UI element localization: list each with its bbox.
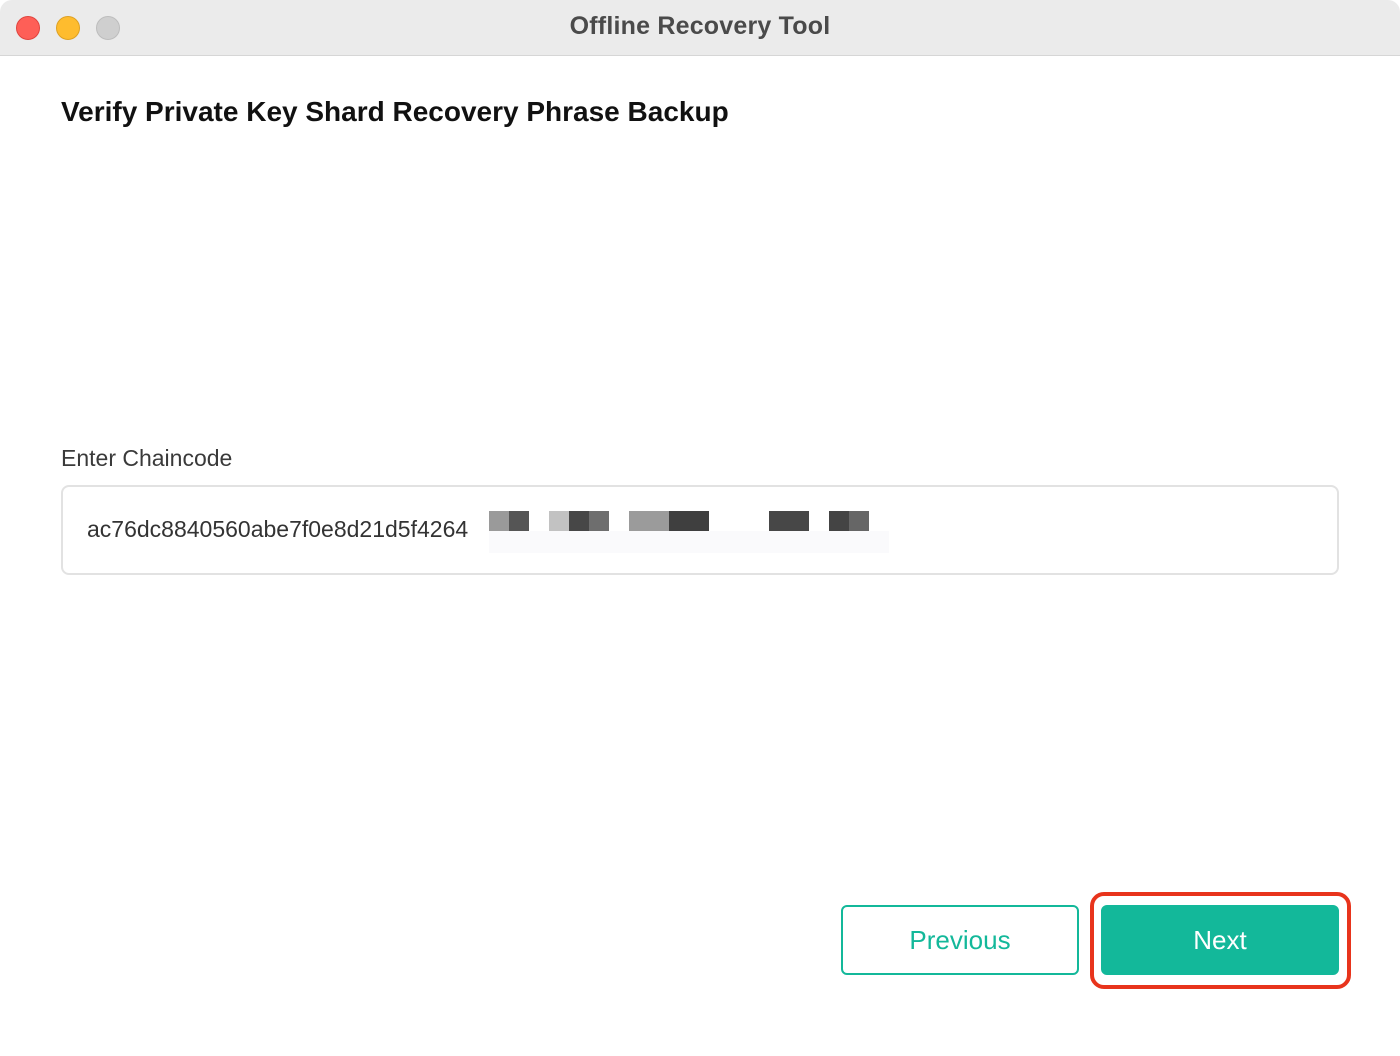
next-button[interactable]: Next (1101, 905, 1339, 975)
chaincode-input[interactable]: ac76dc8840560abe7f0e8d21d5f4264 (61, 485, 1339, 575)
title-bar: Offline Recovery Tool (0, 0, 1400, 56)
chaincode-value: ac76dc8840560abe7f0e8d21d5f4264 (87, 516, 469, 542)
redaction-mosaic (489, 511, 889, 553)
app-window: Offline Recovery Tool Verify Private Key… (0, 0, 1400, 1056)
page-title: Verify Private Key Shard Recovery Phrase… (61, 96, 729, 127)
window-title: Offline Recovery Tool (569, 12, 831, 40)
chaincode-label: Enter Chaincode (61, 445, 233, 471)
previous-button[interactable]: Previous (841, 905, 1079, 975)
